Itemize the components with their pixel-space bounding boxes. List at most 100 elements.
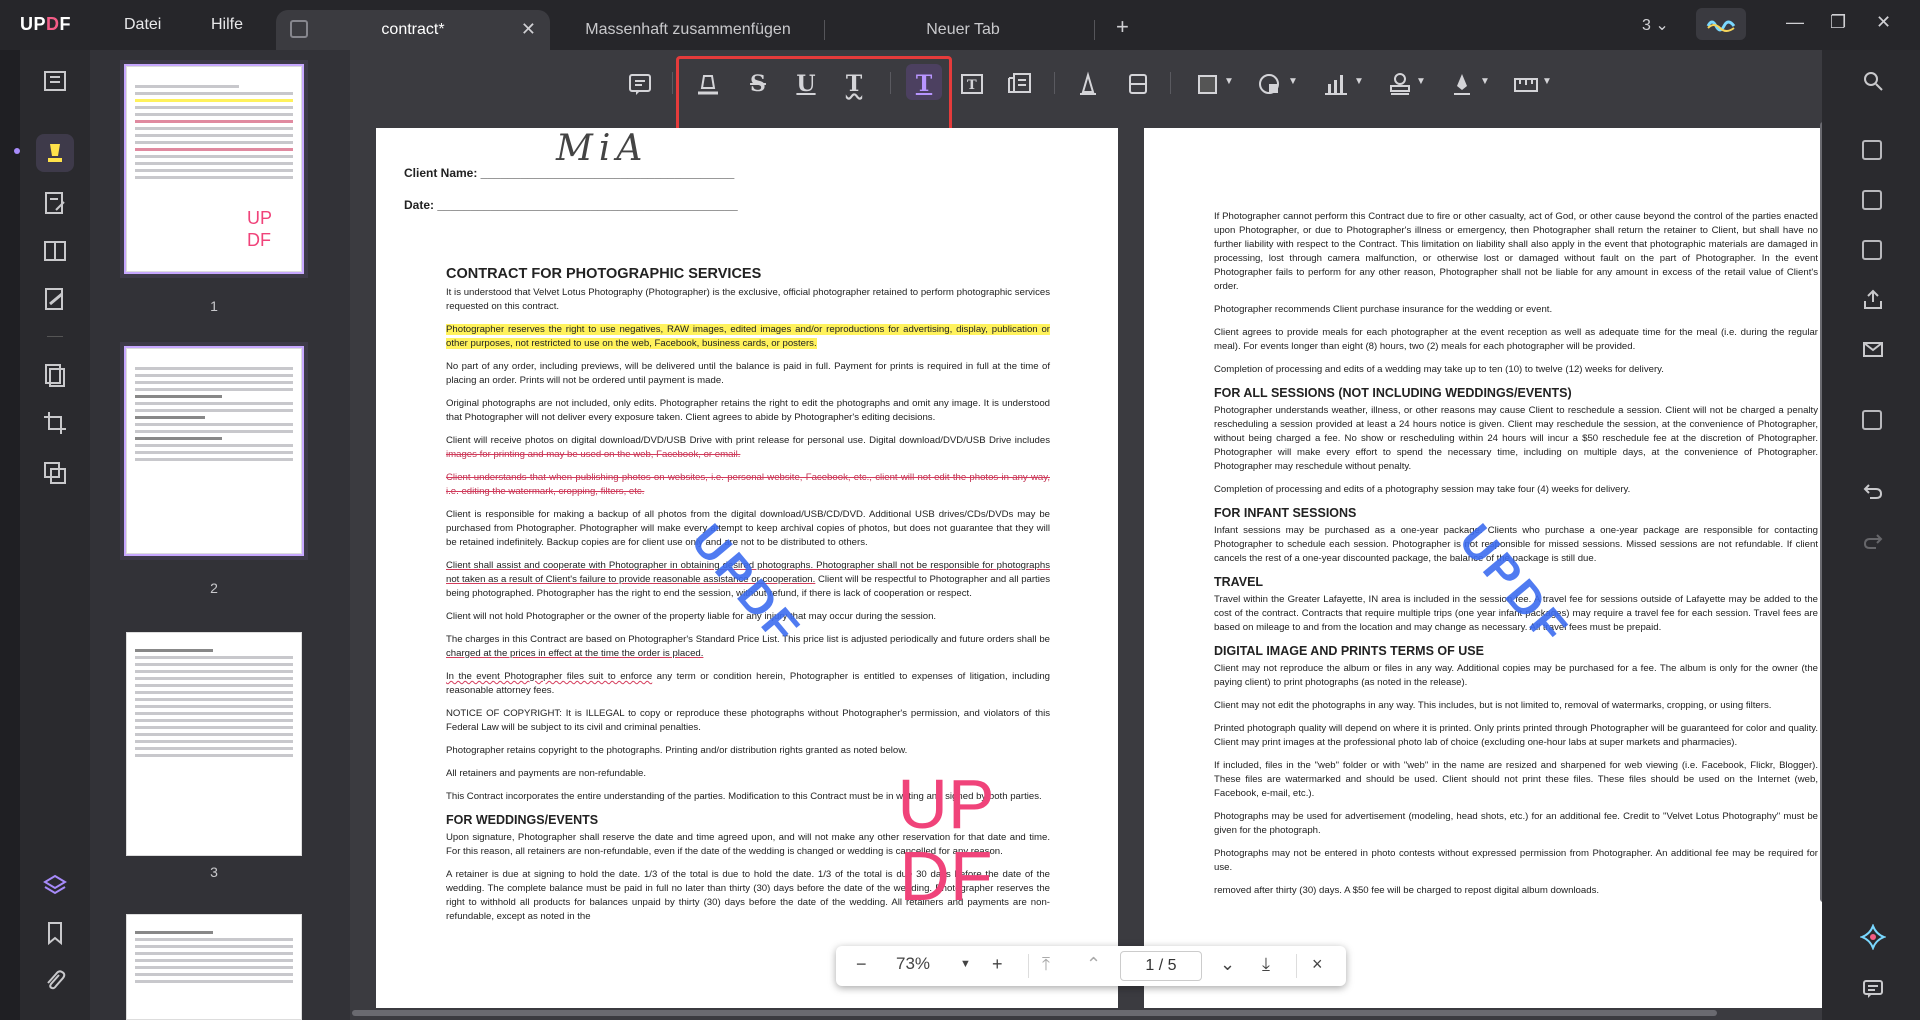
page-heading: CONTRACT FOR PHOTOGRAPHIC SERVICES (446, 266, 762, 282)
strikethrough-annotation[interactable]: images for printing and may be used on t… (446, 449, 740, 460)
first-page-icon[interactable]: ⤒ (1042, 954, 1050, 975)
zoom-level[interactable]: 73% (896, 954, 930, 974)
close-zoombar-icon[interactable]: × (1312, 954, 1323, 975)
comments-panel-icon[interactable] (1862, 978, 1884, 1000)
tab-contract[interactable]: contract* ✕ (276, 10, 550, 50)
tab-label: contract* (381, 21, 445, 38)
paragraph: Photographs may not be entered in photo … (1214, 848, 1818, 873)
zoom-in-icon[interactable]: + (992, 954, 1003, 975)
save-icon[interactable] (1862, 410, 1882, 430)
paragraph: It is understood that Velvet Lotus Photo… (446, 287, 1050, 312)
attachment-icon[interactable] (42, 968, 68, 994)
window-count[interactable]: 3 ⌄ (1642, 15, 1669, 35)
pencil-icon[interactable] (1074, 70, 1102, 98)
dropdown-arrow-icon[interactable]: ▼ (1354, 76, 1364, 87)
form-icon[interactable] (42, 238, 68, 264)
measure-chart-icon[interactable] (1322, 70, 1350, 98)
text-box-icon[interactable]: T (958, 70, 986, 98)
redo-icon[interactable] (1862, 530, 1884, 552)
paragraph: Photographer recommends Client purchase … (1214, 304, 1553, 315)
ruler-measure-icon[interactable] (1512, 70, 1540, 98)
document-edit-icon (290, 20, 308, 38)
shape-tools-icon[interactable] (1256, 70, 1284, 98)
page-number-input[interactable]: 1 / 5 (1120, 951, 1202, 981)
edit-pdf-icon[interactable] (42, 190, 68, 216)
ocr-icon[interactable] (1862, 140, 1882, 160)
close-window-icon[interactable]: ✕ (1876, 12, 1891, 33)
active-dot (14, 148, 20, 154)
convert-icon[interactable] (42, 460, 68, 486)
fill-sign-icon[interactable] (42, 286, 68, 312)
new-tab-plus-icon[interactable]: + (1116, 14, 1129, 40)
paragraph: No part of any order, including previews… (446, 361, 1050, 386)
paragraph: Client will receive photos on digital do… (446, 434, 1050, 462)
date-field[interactable]: Date: __________________________________… (404, 198, 738, 212)
page-thumbnail-4[interactable] (126, 914, 302, 1020)
client-name-field[interactable]: Client Name: ___________________________… (404, 166, 734, 180)
page-thumbnail-2[interactable] (124, 346, 304, 556)
restore-icon[interactable]: ❐ (1830, 12, 1846, 33)
avatar[interactable] (1696, 8, 1746, 40)
bookmark-icon[interactable] (42, 920, 68, 946)
previous-page-icon[interactable]: ⌃ (1086, 954, 1101, 975)
divider (47, 336, 63, 337)
tab-merge[interactable]: Massenhaft zusammenfügen (560, 10, 816, 50)
page-thumbnail-3[interactable] (126, 632, 302, 856)
section-heading: FOR ALL SESSIONS (NOT INCLUDING WEDDINGS… (1214, 386, 1572, 400)
protect-icon[interactable] (1862, 240, 1882, 260)
convert-file-icon[interactable] (1862, 190, 1882, 210)
divider (1028, 954, 1029, 978)
eraser-icon[interactable] (1124, 70, 1152, 98)
strikethrough-annotation[interactable]: Client understands that when publishing … (446, 472, 1050, 497)
close-tab-icon[interactable]: ✕ (521, 19, 536, 40)
dropdown-arrow-icon[interactable]: ▼ (1542, 76, 1552, 87)
mail-icon[interactable] (1862, 338, 1884, 360)
menu-file[interactable]: Datei (124, 16, 161, 34)
minimize-icon[interactable]: — (1786, 12, 1804, 33)
highlight-annotation[interactable]: Photographer reserves the right to use n… (446, 324, 1050, 349)
crop-icon[interactable] (42, 410, 68, 436)
page-thumbnail-1[interactable]: UP DF (124, 64, 304, 274)
paragraph: Client may not edit the photographs in a… (1214, 700, 1772, 711)
paragraph: Original photographs are not included, o… (446, 398, 1050, 423)
search-icon[interactable] (1862, 70, 1884, 92)
document-page-2[interactable]: If Photographer cannot perform this Cont… (1144, 128, 1824, 1008)
thumb-watermark: UP DF (247, 208, 273, 250)
menu-help[interactable]: Hilfe (211, 16, 243, 34)
comment-highlighter-icon[interactable] (42, 140, 68, 166)
dropdown-arrow-icon[interactable]: ▼ (1416, 76, 1426, 87)
paragraph: If Photographer cannot perform this Cont… (1214, 211, 1818, 292)
tab-new[interactable]: Neuer Tab (840, 10, 1086, 50)
organize-pages-icon[interactable] (42, 362, 68, 388)
squiggly-annotation[interactable]: In the event Photographer files suit to … (446, 671, 652, 682)
horizontal-scrollbar[interactable] (352, 1010, 1717, 1016)
dropdown-arrow-icon[interactable]: ▼ (1224, 76, 1234, 87)
share-icon[interactable] (1862, 288, 1884, 310)
document-page-1[interactable]: MiA Client Name: _______________________… (376, 128, 1118, 1008)
thumbnail-number: 1 (210, 298, 218, 314)
total-pages: 5 (1167, 957, 1177, 974)
underline-annotation[interactable]: charged at the prices in effect at the t… (446, 648, 703, 659)
next-page-icon[interactable]: ⌄ (1220, 954, 1235, 975)
zoom-dropdown-icon[interactable]: ▼ (960, 958, 971, 970)
section-heading: DIGITAL IMAGE AND PRINTS TERMS OF USE (1214, 644, 1484, 658)
paragraph: removed after thirty (30) days. A $50 fe… (1214, 885, 1600, 896)
last-page-icon[interactable]: ⤓ (1262, 954, 1270, 975)
shape-rectangle-icon[interactable] (1194, 70, 1222, 98)
paragraph: Client may not reproduce the album or fi… (1214, 663, 1818, 688)
text: Client will receive photos on digital do… (446, 435, 1050, 446)
dropdown-arrow-icon[interactable]: ▼ (1480, 76, 1490, 87)
text-callout-icon[interactable] (1006, 70, 1034, 98)
stamp-icon[interactable] (1386, 70, 1414, 98)
ai-assistant-icon[interactable] (1860, 924, 1886, 950)
sticky-note-icon[interactable] (626, 70, 654, 98)
section-heading: FOR INFANT SESSIONS (1214, 506, 1357, 520)
signature-pen-icon[interactable] (1448, 70, 1476, 98)
toolbar-separator (1054, 72, 1055, 94)
undo-icon[interactable] (1862, 480, 1884, 502)
reader-icon[interactable] (42, 68, 68, 94)
zoom-out-icon[interactable]: − (856, 954, 867, 975)
dropdown-arrow-icon[interactable]: ▼ (1288, 76, 1298, 87)
paragraph: Client understands that when publishing … (446, 471, 1050, 499)
layers-icon[interactable] (42, 872, 68, 898)
